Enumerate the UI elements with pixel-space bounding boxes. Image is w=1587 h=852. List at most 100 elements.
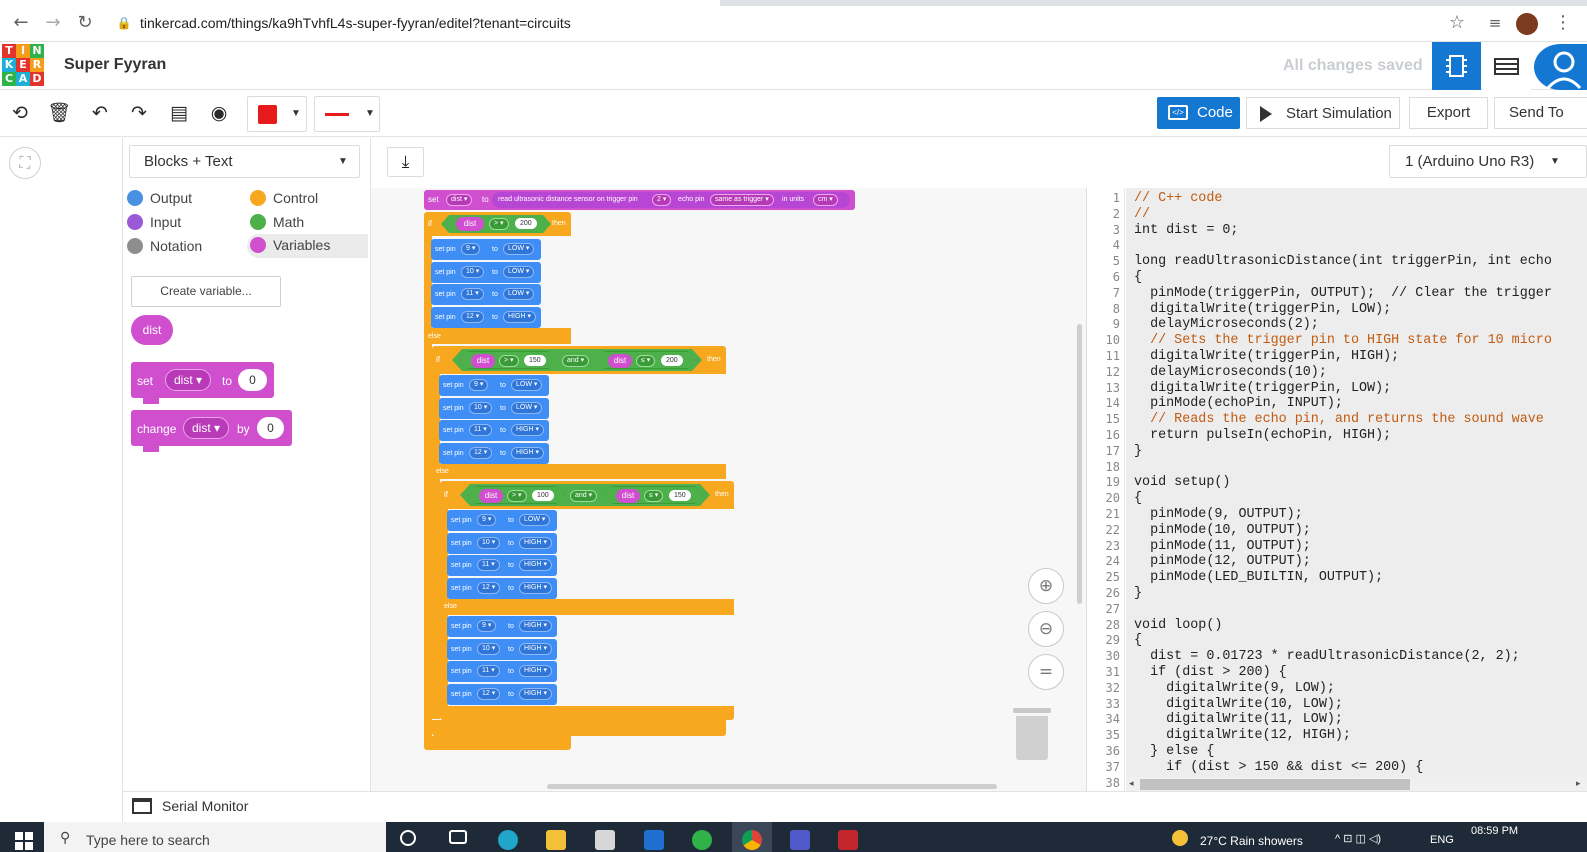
level-dropdown[interactable]: LOW ▾ [519,514,551,526]
level-dropdown[interactable]: LOW ▾ [511,401,543,414]
pin-dropdown[interactable]: 12 ▾ [469,447,493,460]
zoom-in-icon[interactable]: ⊕ [1028,568,1064,604]
create-variable-button[interactable]: Create variable... [131,276,281,307]
set-pin-block[interactable]: set pin 11 ▾ to HIGH ▾ [447,661,557,683]
pin-dropdown[interactable]: 11 ▾ [477,665,500,678]
operator-dropdown[interactable]: ≤ ▾ [636,355,655,367]
export-button[interactable]: Export [1409,97,1488,129]
level-dropdown[interactable]: LOW ▾ [503,265,535,278]
workspace-trash-icon[interactable] [1013,708,1051,760]
code-line[interactable]: pinMode(10, OUTPUT); [1134,523,1311,539]
code-line[interactable]: delayMicroseconds(10); [1134,365,1327,381]
code-line[interactable]: pinMode(echoPin, INPUT); [1134,396,1343,412]
code-line[interactable]: { [1134,491,1142,507]
units-dropdown[interactable]: cm ▾ [813,194,838,206]
teams-icon[interactable] [790,830,810,850]
code-line[interactable]: } [1134,444,1142,460]
pin-dropdown[interactable]: 9 ▾ [477,620,497,632]
circuit-view-button[interactable] [1432,42,1481,90]
pin-dropdown[interactable]: 10 ▾ [461,265,485,278]
tray-icons[interactable]: ^ ⊡ ◫ ◁) [1335,832,1381,845]
pin-dropdown[interactable]: 9 ▾ [477,514,497,526]
pin-dropdown[interactable]: 10 ▾ [477,642,501,655]
ultrasonic-sensor-block[interactable]: read ultrasonic distance sensor on trigg… [492,192,850,208]
operator-dropdown[interactable]: > ▾ [507,490,527,502]
code-button[interactable]: </> Code [1157,97,1240,129]
code-horizontal-scrollbar[interactable]: ◂ ▸ [1126,777,1587,792]
variable-dropdown[interactable]: dist ▾ [183,417,230,439]
cortana-icon[interactable] [400,830,416,846]
store-icon[interactable] [595,830,615,850]
category-output[interactable]: Output [124,187,192,209]
number-input[interactable]: 200 [515,218,537,229]
dist-variable[interactable]: dist [616,489,640,503]
rotate-icon[interactable]: ⟲ [7,100,33,126]
undo-icon[interactable]: ↶ [87,100,113,126]
weather-icon[interactable] [1172,830,1188,846]
code-line[interactable]: pinMode(triggerPin, OUTPUT); // Clear th… [1134,286,1552,302]
set-variable-block[interactable]: set dist ▾ to 0 [131,362,274,404]
pin-dropdown[interactable]: 11 ▾ [477,559,500,572]
code-line[interactable]: if (dist > 200) { [1134,665,1287,681]
set-pin-block[interactable]: set pin 9 ▾ to HIGH ▾ [447,616,557,637]
code-line[interactable]: digitalWrite(12, HIGH); [1134,728,1351,744]
set-pin-block[interactable]: set pin 10 ▾ to HIGH ▾ [447,638,557,660]
code-line[interactable]: digitalWrite(triggerPin, LOW); [1134,381,1391,397]
media-queue-icon[interactable]: ≡ [1484,12,1506,34]
scroll-right-icon[interactable]: ▸ [1576,778,1581,789]
set-pin-block[interactable]: set pin 12 ▾ to HIGH ▾ [447,578,557,600]
code-line[interactable]: void setup() [1134,475,1230,491]
pin-dropdown[interactable]: 11 ▾ [469,424,492,437]
code-line[interactable]: pinMode(12, OUTPUT); [1134,554,1311,570]
task-view-icon[interactable] [449,830,467,844]
horizontal-scrollbar[interactable] [547,784,997,789]
start-simulation-button[interactable]: Start Simulation [1246,97,1400,129]
clock-time[interactable]: 08:59 PM [1471,825,1518,837]
dist-variable[interactable]: dist [479,489,503,503]
chrome-taskbar-button[interactable] [732,822,772,852]
dist-variable[interactable]: dist [471,354,495,368]
project-title[interactable]: Super Fyyran [64,56,166,74]
and-block[interactable]: dist > ▾ 100 and ▾ dist ≤ ▾ 150 [460,484,710,506]
dist-variable[interactable]: dist [608,354,632,368]
mail-icon[interactable] [644,830,664,850]
and-block[interactable]: dist > ▾ 150 and ▾ dist ≤ ▾ 200 [452,349,702,371]
operator-dropdown[interactable]: ≤ ▾ [644,490,663,502]
pin-dropdown[interactable]: 9 ▾ [469,379,489,391]
operator-dropdown[interactable]: > ▾ [489,218,509,230]
code-line[interactable]: pinMode(LED_BUILTIN, OUTPUT); [1134,570,1383,586]
if-block[interactable]: if dist > ▾ 200 then [424,212,571,236]
number-input[interactable]: 200 [661,355,683,366]
browser-menu-icon[interactable]: ⋮ [1552,12,1574,34]
zoom-reset-icon[interactable]: = [1028,654,1064,690]
tinkercad-logo[interactable]: T I N K E R C A D [2,44,44,86]
level-dropdown[interactable]: HIGH ▾ [503,311,536,324]
edge-icon[interactable] [498,830,518,850]
level-dropdown[interactable]: HIGH ▾ [519,665,552,678]
variable-dropdown[interactable]: dist ▾ [165,369,212,391]
set-value-input[interactable]: 0 [238,369,267,391]
code-line[interactable]: { [1134,633,1142,649]
code-line[interactable]: // [1134,207,1150,223]
comparison-block[interactable]: dist > ▾ 200 [441,215,551,233]
code-line[interactable]: // C++ code [1134,191,1222,207]
level-dropdown[interactable]: HIGH ▾ [519,688,552,701]
pin-dropdown[interactable]: 10 ▾ [469,401,493,414]
level-dropdown[interactable]: LOW ▾ [503,243,535,255]
input-language[interactable]: ENG [1430,834,1454,846]
blocks-workspace[interactable]: set dist ▾ to read ultrasonic distance s… [371,188,1087,791]
code-line[interactable]: } [1134,586,1142,602]
code-line[interactable]: if (dist > 150 && dist <= 200) { [1134,760,1423,776]
code-line[interactable]: long readUltrasonicDistance(int triggerP… [1134,254,1552,270]
set-pin-block[interactable]: set pin 12 ▾ to HIGH ▾ [439,443,549,465]
pin-dropdown[interactable]: 12 ▾ [477,688,501,701]
set-pin-block[interactable]: set pin 11 ▾ to LOW ▾ [431,284,541,306]
code-line[interactable]: void loop() [1134,618,1222,634]
set-pin-block[interactable]: set pin 9 ▾ to LOW ▾ [447,510,557,531]
notes-icon[interactable]: ▤ [166,100,192,126]
file-explorer-icon[interactable] [546,830,566,850]
vertical-scrollbar[interactable] [1077,324,1082,604]
user-avatar[interactable] [1534,44,1587,90]
whatsapp-icon[interactable] [692,830,712,850]
code-line[interactable]: digitalWrite(triggerPin, HIGH); [1134,349,1399,365]
